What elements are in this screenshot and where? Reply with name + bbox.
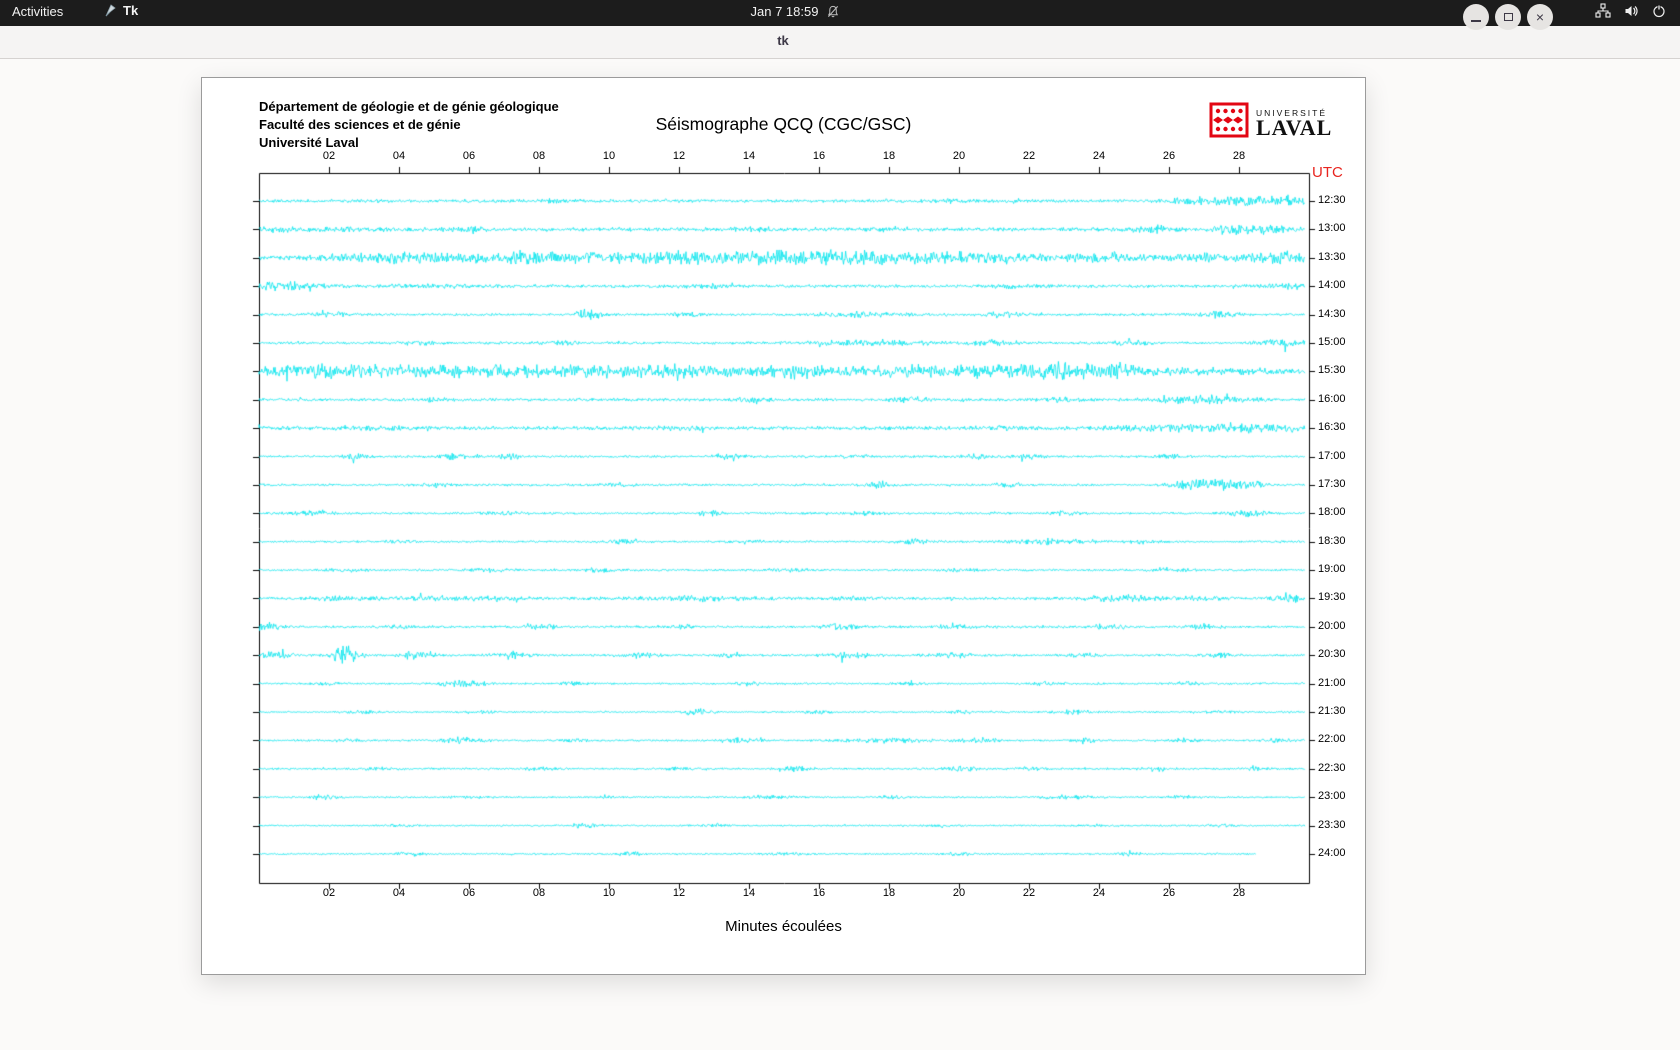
utc-row-label: 16:30	[1318, 421, 1346, 433]
universite-laval-logo: UNIVERSITÉ LAVAL	[1209, 102, 1332, 143]
x-tick-label-bottom: 10	[603, 887, 615, 899]
x-tick-label-bottom: 18	[883, 887, 895, 899]
power-icon	[1652, 4, 1666, 18]
x-tick-label-bottom: 26	[1163, 887, 1175, 899]
utc-row-label: 15:00	[1318, 336, 1346, 348]
x-tick-label-bottom: 16	[813, 887, 825, 899]
x-axis-title: Minutes écoulées	[202, 918, 1365, 935]
x-tick-label-top: 06	[463, 150, 475, 162]
utc-row-label: 17:00	[1318, 450, 1346, 462]
clock-label: Jan 7 18:59	[751, 4, 819, 19]
utc-row-label: 13:30	[1318, 251, 1346, 263]
utc-row-label: 21:00	[1318, 677, 1346, 689]
x-tick-label-bottom: 12	[673, 887, 685, 899]
maximize-icon	[1504, 13, 1513, 21]
laval-logo-name: LAVAL	[1256, 118, 1332, 138]
x-tick-label-bottom: 22	[1023, 887, 1035, 899]
x-tick-label-top: 24	[1093, 150, 1105, 162]
utc-row-label: 18:00	[1318, 506, 1346, 518]
utc-row-label: 18:30	[1318, 535, 1346, 547]
utc-row-label: 22:30	[1318, 762, 1346, 774]
utc-label: UTC	[1312, 164, 1343, 181]
utc-row-label: 19:30	[1318, 591, 1346, 603]
utc-row-label: 20:30	[1318, 648, 1346, 660]
system-status-area[interactable]	[1595, 3, 1666, 18]
x-tick-label-top: 22	[1023, 150, 1035, 162]
x-tick-label-top: 14	[743, 150, 755, 162]
notifications-muted-icon	[826, 5, 839, 18]
minimize-button[interactable]	[1463, 4, 1489, 30]
x-tick-label-top: 04	[393, 150, 405, 162]
window-titlebar[interactable]: tk	[0, 26, 1680, 59]
x-tick-label-top: 10	[603, 150, 615, 162]
x-tick-label-bottom: 14	[743, 887, 755, 899]
utc-row-label: 16:00	[1318, 393, 1346, 405]
x-tick-label-top: 16	[813, 150, 825, 162]
utc-row-label: 15:30	[1318, 364, 1346, 376]
taskbar-tk-item[interactable]: Tk	[104, 3, 138, 18]
x-tick-label-bottom: 28	[1233, 887, 1245, 899]
x-tick-label-top: 26	[1163, 150, 1175, 162]
close-icon: ×	[1536, 10, 1544, 24]
utc-row-label: 23:00	[1318, 790, 1346, 802]
x-tick-label-top: 20	[953, 150, 965, 162]
utc-row-label: 20:00	[1318, 620, 1346, 632]
institution-line2: Faculté des sciences et de génie	[259, 116, 559, 134]
utc-row-label: 17:30	[1318, 478, 1346, 490]
utc-row-label: 21:30	[1318, 705, 1346, 717]
minimize-icon	[1471, 20, 1481, 22]
taskbar-tk-label: Tk	[123, 3, 138, 18]
utc-row-label: 12:30	[1318, 194, 1346, 206]
window-title: tk	[777, 33, 789, 48]
institution-line3: Université Laval	[259, 134, 559, 152]
volume-icon	[1624, 4, 1639, 18]
x-tick-label-top: 18	[883, 150, 895, 162]
x-tick-label-top: 02	[323, 150, 335, 162]
utc-row-label: 22:00	[1318, 733, 1346, 745]
institution-line1: Département de géologie et de génie géol…	[259, 98, 559, 116]
network-icon	[1595, 3, 1611, 18]
utc-row-label: 14:00	[1318, 279, 1346, 291]
institution-header: Département de géologie et de génie géol…	[259, 98, 559, 152]
x-tick-label-top: 28	[1233, 150, 1245, 162]
utc-row-label: 23:30	[1318, 819, 1346, 831]
x-tick-label-bottom: 02	[323, 887, 335, 899]
laval-logo-text: UNIVERSITÉ LAVAL	[1256, 108, 1332, 138]
x-tick-label-bottom: 04	[393, 887, 405, 899]
utc-row-label: 24:00	[1318, 847, 1346, 859]
helicorder-canvas	[251, 165, 1317, 891]
close-button[interactable]: ×	[1527, 4, 1553, 30]
x-tick-label-top: 12	[673, 150, 685, 162]
tk-icon	[104, 4, 117, 18]
x-tick-label-bottom: 24	[1093, 887, 1105, 899]
utc-row-label: 13:00	[1318, 222, 1346, 234]
system-top-bar: Activities Tk Jan 7 18:59	[0, 0, 1680, 26]
x-tick-label-top: 08	[533, 150, 545, 162]
x-tick-label-bottom: 08	[533, 887, 545, 899]
x-tick-label-bottom: 06	[463, 887, 475, 899]
laval-crest-icon	[1209, 102, 1249, 143]
activities-button[interactable]: Activities	[12, 4, 63, 19]
utc-row-label: 14:30	[1318, 308, 1346, 320]
utc-row-label: 19:00	[1318, 563, 1346, 575]
maximize-button[interactable]	[1495, 4, 1521, 30]
seismograph-window: Département de géologie et de génie géol…	[201, 77, 1366, 975]
x-tick-label-bottom: 20	[953, 887, 965, 899]
clock-area[interactable]: Jan 7 18:59	[751, 4, 840, 19]
